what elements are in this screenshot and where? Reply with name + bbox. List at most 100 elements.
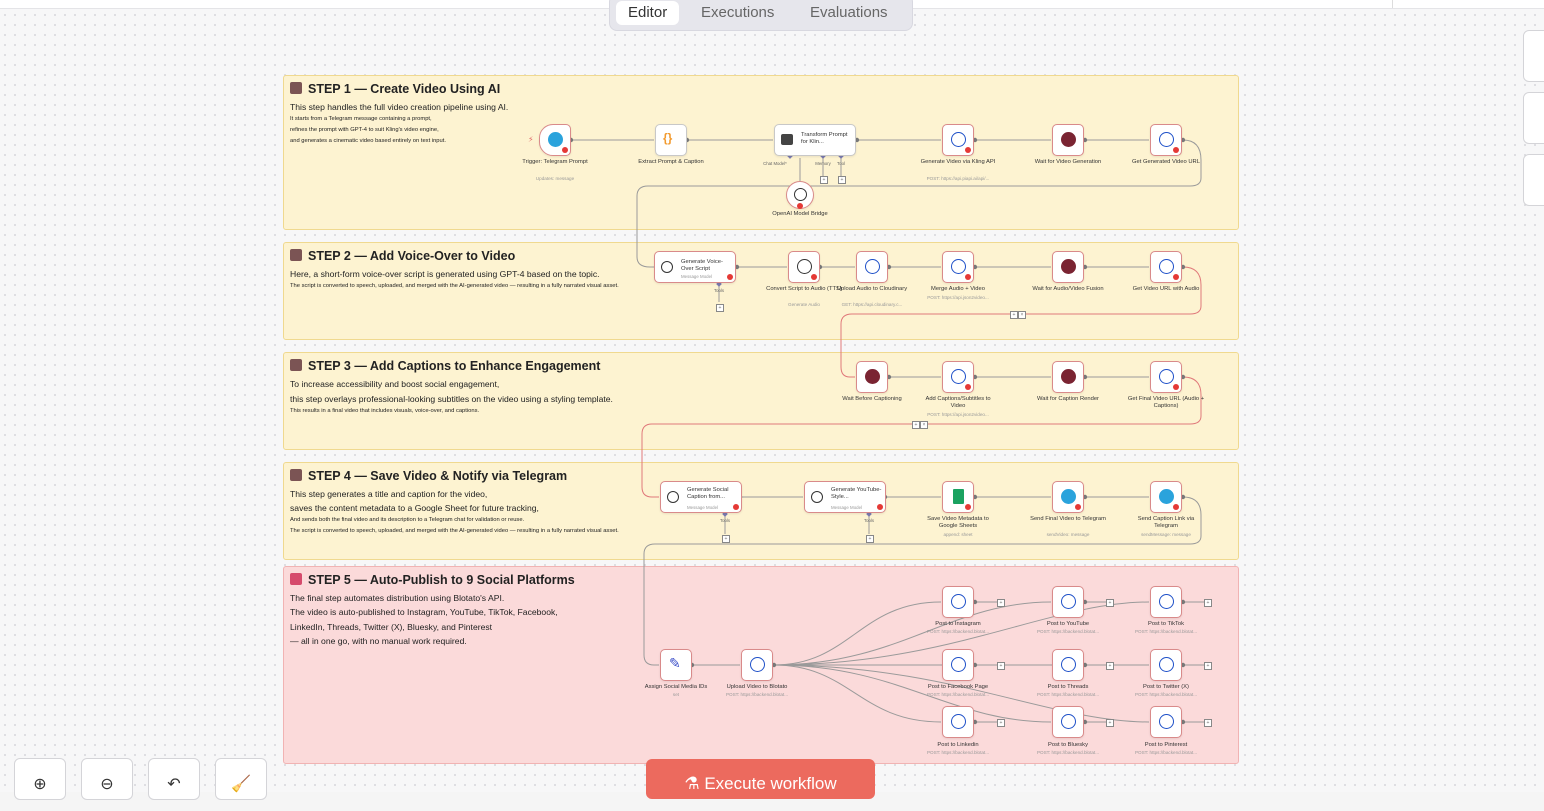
node-get-video[interactable] bbox=[1150, 124, 1182, 156]
add-tool-button[interactable]: + bbox=[866, 535, 874, 543]
error-indicator bbox=[1173, 147, 1179, 153]
node-subtitle: POST: https://backend.blotat... bbox=[1036, 750, 1100, 755]
globe-icon bbox=[1061, 714, 1076, 729]
broom-icon: 🧹 bbox=[231, 776, 251, 793]
node-post-youtube[interactable] bbox=[1052, 586, 1084, 618]
node-label: Wait for Audio/Video Fusion bbox=[1032, 286, 1104, 292]
add-memory-button[interactable]: + bbox=[820, 176, 828, 184]
zoom-in-button[interactable]: ⊕ bbox=[14, 758, 66, 800]
node-subtitle: POST: https://backend.blotat... bbox=[725, 692, 789, 697]
error-indicator bbox=[1173, 504, 1179, 510]
node-subtitle: POST: https://api.json2video... bbox=[927, 295, 989, 300]
add-node-button[interactable]: + bbox=[1204, 662, 1212, 670]
add-node-button[interactable]: + bbox=[1204, 719, 1212, 727]
node-post-twitter[interactable] bbox=[1150, 649, 1182, 681]
node-post-instagram[interactable] bbox=[942, 586, 974, 618]
add-node-button[interactable]: + bbox=[1106, 599, 1114, 607]
node-post-tiktok[interactable] bbox=[1150, 586, 1182, 618]
openai-icon bbox=[661, 261, 673, 273]
node-subtitle: POST: https://backend.blotat... bbox=[1134, 629, 1198, 634]
delete-connection-button[interactable]: × bbox=[1018, 311, 1026, 319]
telegram-icon bbox=[1159, 489, 1174, 504]
undo-button[interactable]: ↶ bbox=[148, 758, 200, 800]
add-node-button[interactable]: + bbox=[997, 662, 1005, 670]
node-label: Post to Instagram bbox=[935, 621, 981, 627]
node-label: Wait Before Captioning bbox=[842, 396, 902, 402]
error-indicator bbox=[1173, 384, 1179, 390]
node-get-audio-video[interactable] bbox=[1150, 251, 1182, 283]
undo-icon: ↶ bbox=[167, 776, 181, 793]
node-label: Assign Social Media IDs bbox=[644, 684, 708, 690]
node-label: Get Final Video URL (Audio + Captions) bbox=[1127, 396, 1205, 409]
node-subtitle: Message Model bbox=[831, 505, 862, 510]
node-wait-before-caption[interactable] bbox=[856, 361, 888, 393]
openai-icon bbox=[797, 259, 812, 274]
node-post-linkedin[interactable] bbox=[942, 706, 974, 738]
add-node-button[interactable]: + bbox=[912, 421, 920, 429]
delete-connection-button[interactable]: × bbox=[920, 421, 928, 429]
node-label: Merge Audio + Video bbox=[931, 286, 985, 292]
error-indicator bbox=[733, 504, 739, 510]
add-tool-button[interactable]: + bbox=[722, 535, 730, 543]
node-add-captions[interactable] bbox=[942, 361, 974, 393]
globe-icon bbox=[1061, 594, 1076, 609]
node-send-video[interactable] bbox=[1052, 481, 1084, 513]
node-transform[interactable]: Transform Prompt for Klin... bbox=[774, 124, 856, 156]
node-wait-fusion[interactable] bbox=[1052, 251, 1084, 283]
execute-workflow-button[interactable]: ⚗ Execute workflow bbox=[646, 759, 875, 799]
node-tts[interactable] bbox=[788, 251, 820, 283]
error-indicator bbox=[877, 504, 883, 510]
add-tool-button[interactable]: + bbox=[838, 176, 846, 184]
node-upload-blotato[interactable] bbox=[741, 649, 773, 681]
node-subtitle: Message Model bbox=[687, 505, 718, 510]
telegram-icon bbox=[1061, 489, 1076, 504]
node-label: Post to Bluesky bbox=[1048, 742, 1088, 748]
node-post-facebook[interactable] bbox=[942, 649, 974, 681]
add-node-button[interactable]: + bbox=[997, 599, 1005, 607]
node-post-threads[interactable] bbox=[1052, 649, 1084, 681]
node-label: Get Generated Video URL bbox=[1132, 159, 1200, 165]
node-get-final[interactable] bbox=[1150, 361, 1182, 393]
node-subtitle: POST: https://backend.blotat... bbox=[926, 750, 990, 755]
node-kling[interactable] bbox=[942, 124, 974, 156]
node-subtitle: POST: https://backend.blotat... bbox=[926, 692, 990, 697]
globe-icon bbox=[951, 657, 966, 672]
tidy-up-button[interactable]: 🧹 bbox=[215, 758, 267, 800]
add-node-button[interactable]: + bbox=[1106, 719, 1114, 727]
node-label: Add Captions/Subtitles to Video bbox=[925, 396, 991, 409]
add-node-button[interactable]: + bbox=[1010, 311, 1018, 319]
node-assign-ids[interactable]: ✎ bbox=[660, 649, 692, 681]
port-label: Tools bbox=[713, 288, 725, 293]
node-subtitle: POST: https://backend.blotat... bbox=[1134, 692, 1198, 697]
add-node-button[interactable]: + bbox=[997, 719, 1005, 727]
node-social-caption[interactable]: Generate Social Caption from... Message … bbox=[660, 481, 742, 513]
node-label: Transform Prompt for Klin... bbox=[801, 132, 848, 145]
node-post-bluesky[interactable] bbox=[1052, 706, 1084, 738]
error-indicator bbox=[965, 274, 971, 280]
globe-icon bbox=[1159, 657, 1174, 672]
node-upload-audio[interactable] bbox=[856, 251, 888, 283]
node-trigger[interactable] bbox=[539, 124, 571, 156]
node-youtube-title[interactable]: Generate YouTube-Style... Message Model bbox=[804, 481, 886, 513]
globe-icon bbox=[951, 259, 966, 274]
node-subtitle: append: sheet bbox=[943, 532, 973, 537]
error-indicator bbox=[797, 203, 803, 209]
zoom-out-button[interactable]: ⊖ bbox=[81, 758, 133, 800]
add-node-button[interactable]: + bbox=[1204, 599, 1212, 607]
node-label: Send Caption Link via Telegram bbox=[1137, 516, 1195, 529]
node-wait-caption-render[interactable] bbox=[1052, 361, 1084, 393]
node-merge[interactable] bbox=[942, 251, 974, 283]
add-node-button[interactable]: + bbox=[1106, 662, 1114, 670]
pause-icon bbox=[1061, 259, 1076, 274]
google-sheets-icon bbox=[953, 489, 964, 504]
node-save-sheet[interactable] bbox=[942, 481, 974, 513]
node-wait-video[interactable] bbox=[1052, 124, 1084, 156]
node-send-caption[interactable] bbox=[1150, 481, 1182, 513]
globe-icon bbox=[951, 714, 966, 729]
node-post-pinterest[interactable] bbox=[1150, 706, 1182, 738]
add-tool-button[interactable]: + bbox=[716, 304, 724, 312]
node-extract[interactable]: {} bbox=[655, 124, 687, 156]
node-voiceover[interactable]: Generate Voice-Over Script Message Model bbox=[654, 251, 736, 283]
node-openai-bridge[interactable] bbox=[786, 181, 814, 209]
node-label: Generate Video via Kling API bbox=[920, 159, 996, 165]
